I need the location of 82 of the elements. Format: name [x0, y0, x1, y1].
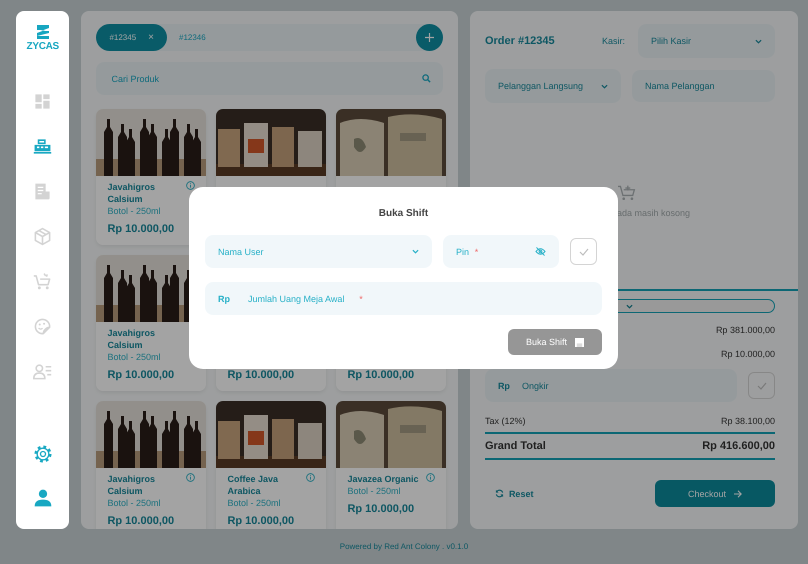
document-icon	[33, 182, 52, 200]
logo-text: ZYCAS	[26, 41, 59, 52]
search-field[interactable]: Cari Produk	[96, 62, 443, 95]
product-card[interactable]: Javahigros Calsium Botol - 250ml Rp 10.000,00	[96, 109, 206, 245]
amount-value: Rp 381.000,00	[716, 325, 775, 335]
chevron-down-icon	[412, 249, 419, 254]
product-price: Rp 10.000,00	[227, 514, 296, 528]
customer-type-select[interactable]: Pelanggan Langsung	[484, 69, 621, 103]
plus-icon	[424, 33, 434, 42]
check-icon	[578, 248, 588, 256]
product-price: Rp 10.000,00	[347, 502, 416, 516]
product-variant: Botol - 250ml	[347, 485, 402, 497]
required-mark: *	[474, 246, 478, 256]
chevron-down-icon	[626, 304, 633, 308]
product-name: Javazea Organic	[347, 473, 418, 485]
tax-label: Tax (12%)	[484, 416, 526, 426]
check-icon	[756, 382, 766, 390]
reset-button[interactable]: Reset	[484, 488, 534, 498]
search-icon	[422, 74, 431, 83]
currency-prefix: Rp	[498, 380, 510, 390]
pin-field[interactable]: Pin *	[443, 235, 559, 268]
pin-input[interactable]: Pin	[456, 246, 473, 256]
cashier-select[interactable]: Pilih Kasir	[638, 24, 775, 58]
tab-close-button[interactable]: ×	[148, 32, 154, 43]
customer-name-input[interactable]: Nama Pelanggan	[645, 81, 762, 91]
gear-icon	[32, 444, 53, 464]
refresh-icon	[494, 489, 504, 498]
order-tab[interactable]: #12345 ×	[96, 24, 167, 51]
tax-value: Rp 38.100,00	[720, 416, 775, 426]
product-variant: Botol - 250ml	[107, 497, 162, 509]
cart-icon	[616, 184, 637, 202]
dashboard-icon	[33, 92, 52, 110]
save-icon	[575, 338, 584, 346]
product-card[interactable]: Javazea Organic Botol - 250ml Rp 10.000,00	[336, 401, 446, 529]
dialog-title: Buka Shift	[378, 207, 428, 221]
amount-field[interactable]: Rp Jumlah Uang Meja Awal *	[205, 282, 602, 315]
product-price: Rp 10.000,00	[107, 368, 176, 382]
logo-icon	[36, 25, 50, 39]
product-variant: Botol - 250ml	[107, 205, 162, 217]
amount-value: Rp 10.000,00	[720, 349, 775, 359]
person-list-icon	[33, 362, 52, 380]
arrow-right-icon	[734, 490, 742, 498]
shipping-input[interactable]: Ongkir	[522, 380, 724, 390]
required-mark: *	[359, 294, 363, 304]
confirm-button[interactable]	[570, 238, 597, 265]
search-input[interactable]: Cari Produk	[109, 72, 422, 84]
footer-text: Powered by Red Ant Colony . v0.1.0	[338, 542, 470, 551]
cashier-label: Kasir:	[602, 36, 626, 46]
eye-off-icon	[535, 247, 546, 256]
product-name: Javahigros Calsium	[107, 181, 156, 205]
user-icon	[32, 488, 53, 508]
currency-prefix: Rp	[218, 294, 231, 304]
grand-total-label: Grand Total	[484, 440, 546, 452]
sticker-face-icon	[33, 316, 52, 336]
settings-button[interactable]	[32, 443, 54, 465]
product-price: Rp 10.000,00	[107, 514, 176, 528]
cash-register-icon	[33, 136, 52, 156]
product-name: Coffee Java Arabica	[227, 473, 279, 497]
grand-total-value: Rp 416.600,00	[702, 440, 775, 452]
user-select[interactable]: Nama User	[205, 235, 432, 268]
product-name: Javahigros Calsium	[107, 327, 156, 351]
box-icon	[33, 226, 52, 246]
profile-button[interactable]	[32, 487, 54, 509]
add-order-button[interactable]	[416, 24, 443, 51]
customer-name-field[interactable]: Nama Pelanggan	[632, 70, 775, 102]
chevron-down-icon	[601, 84, 608, 88]
product-card[interactable]: Coffee Java Arabica Botol - 250ml Rp 10.000,00	[216, 401, 326, 529]
product-variant: Botol - 250ml	[227, 497, 282, 509]
product-price: Rp 10.000,00	[227, 368, 296, 382]
order-title: Order #12345	[484, 35, 556, 47]
chevron-down-icon	[755, 38, 762, 44]
confirm-button[interactable]	[748, 372, 775, 399]
product-card[interactable]: Javahigros Calsium Botol - 250ml Rp 10.000,00	[96, 401, 206, 529]
product-price: Rp 10.000,00	[347, 368, 416, 382]
product-variant: Botol - 250ml	[107, 351, 162, 363]
checkout-button[interactable]: Checkout	[655, 480, 775, 507]
order-tab[interactable]: #12346	[167, 24, 218, 51]
amount-input[interactable]: Jumlah Uang Meja Awal	[248, 294, 360, 304]
cart-icon	[33, 272, 52, 290]
product-price: Rp 10.000,00	[107, 222, 176, 236]
shipping-field[interactable]: Rp Ongkir	[484, 369, 737, 402]
product-name: Javahigros Calsium	[107, 473, 156, 497]
